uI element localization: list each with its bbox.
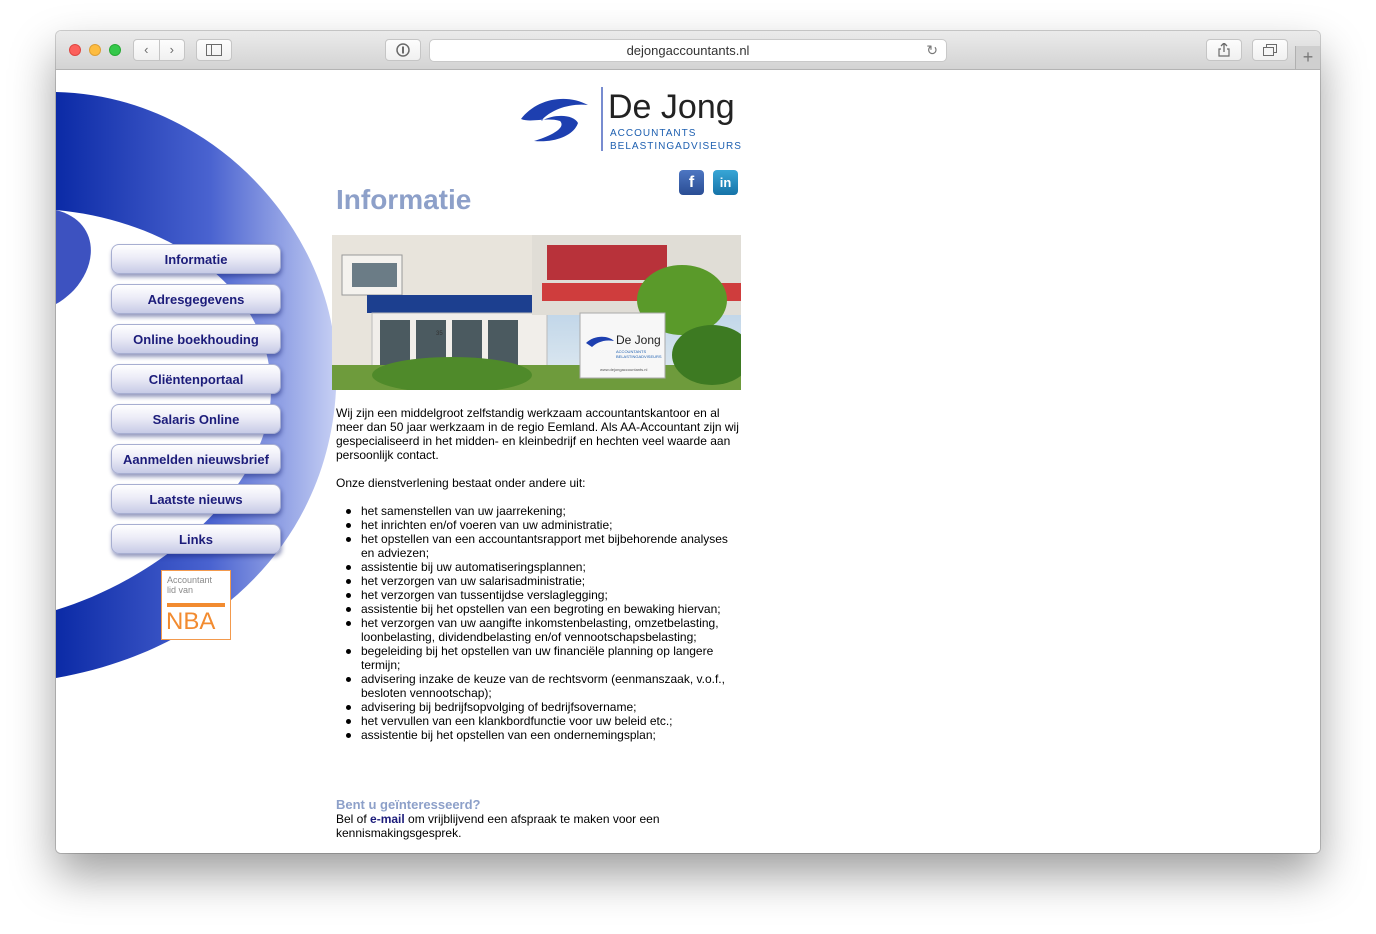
list-item: assistentie bij uw automatiseringsplanne… [346,560,741,574]
list-item: het verzorgen van uw aangifte inkomstenb… [346,616,741,644]
back-button[interactable]: ‹ [134,40,160,60]
list-item: het inrichten en/of voeren van uw admini… [346,518,741,532]
web-page: De Jong ACCOUNTANTS BELASTINGADVISEURS f… [56,70,1320,853]
list-item: assistentie bij het opstellen van een be… [346,602,741,616]
nba-bar [167,603,225,607]
menu-item-adresgegevens[interactable]: Adresgegevens [111,284,281,314]
close-window-button[interactable] [69,44,81,56]
list-item: advisering bij bedrijfsopvolging of bedr… [346,700,741,714]
list-item: het opstellen van een accountantsrapport… [346,532,741,560]
email-link[interactable]: e-mail [370,812,405,826]
list-item: begeleiding bij het opstellen van uw fin… [346,644,741,672]
main-text: Wij zijn een middelgroot zelfstandig wer… [336,406,741,742]
nba-logo-text: NBA [166,608,216,635]
logo-name: De Jong [608,88,735,126]
menu-item-laatste-nieuws[interactable]: Laatste nieuws [111,484,281,514]
menu-item-salaris-online[interactable]: Salaris Online [111,404,281,434]
address-bar[interactable]: dejongaccountants.nl ↻ [429,39,947,62]
services-intro: Onze dienstverlening bestaat onder ander… [336,476,586,490]
facebook-icon[interactable]: f [679,170,704,195]
photo-sign-url: www.dejongaccountants.nl [600,367,647,372]
tabs-overview-button[interactable] [1252,39,1288,61]
browser-window: ‹ › dejongaccountants.nl ↻ + De Jong ACC… [56,31,1320,853]
cta-text: Bel of e-mail om vrijblijvend een afspra… [336,812,716,840]
menu-item-clientenportaal[interactable]: Cliëntenportaal [111,364,281,394]
history-nav: ‹ › [133,39,185,61]
tabs-icon [1263,44,1277,56]
nba-caption-line2: lid van [167,585,194,595]
list-item: assistentie bij het opstellen van een on… [346,728,741,742]
office-photo: De Jong ACCOUNTANTS BELASTINGADVISEURS w… [332,235,741,390]
nba-caption: Accountant lid van [167,575,227,595]
menu-item-online-boekhouding[interactable]: Online boekhouding [111,324,281,354]
photo-sign-line2: BELASTINGADVISEURS [616,354,662,359]
dejong-logo: De Jong ACCOUNTANTS BELASTINGADVISEURS [521,87,742,152]
nba-caption-line1: Accountant [167,575,213,585]
forward-button[interactable]: › [160,40,185,60]
cta-title: Bent u geïnteresseerd? [336,797,481,812]
menu-item-informatie[interactable]: Informatie [111,244,281,274]
services-list: het samenstellen van uw jaarrekening; he… [336,504,741,742]
url-text: dejongaccountants.nl [626,43,750,58]
page-title: Informatie [336,184,472,215]
list-item: het samenstellen van uw jaarrekening; [346,504,741,518]
new-tab-button[interactable]: + [1295,46,1320,69]
reload-icon[interactable]: ↻ [926,42,938,59]
sidebar-icon [206,44,222,56]
share-icon [1218,43,1230,57]
list-item: advisering inzake de keuze van de rechts… [346,672,741,700]
menu-item-aanmelden-nieuwsbrief[interactable]: Aanmelden nieuwsbrief [111,444,281,474]
photo-sign-name: De Jong [616,333,661,347]
logo-line2: BELASTINGADVISEURS [610,141,742,152]
zoom-window-button[interactable] [109,44,121,56]
list-item: het verzorgen van uw salarisadministrati… [346,574,741,588]
minimize-window-button[interactable] [89,44,101,56]
list-item: het vervullen van een klankbordfunctie v… [346,714,741,728]
nba-membership-badge[interactable]: Accountant lid van NBA [161,570,231,640]
list-item: het verzorgen van tussentijdse verslagle… [346,588,741,602]
intro-paragraph: Wij zijn een middelgroot zelfstandig wer… [336,406,739,462]
house-number: 35 [436,331,443,337]
privacy-icon [396,43,410,57]
cta-pre: Bel of [336,812,371,826]
share-button[interactable] [1206,39,1242,61]
logo-line1: ACCOUNTANTS [610,128,696,139]
privacy-report-button[interactable] [385,39,421,61]
browser-toolbar: ‹ › dejongaccountants.nl ↻ + [56,31,1320,70]
linkedin-icon[interactable]: in [713,170,738,195]
menu-item-links[interactable]: Links [111,524,281,554]
sidebar-toggle-button[interactable] [196,39,232,61]
